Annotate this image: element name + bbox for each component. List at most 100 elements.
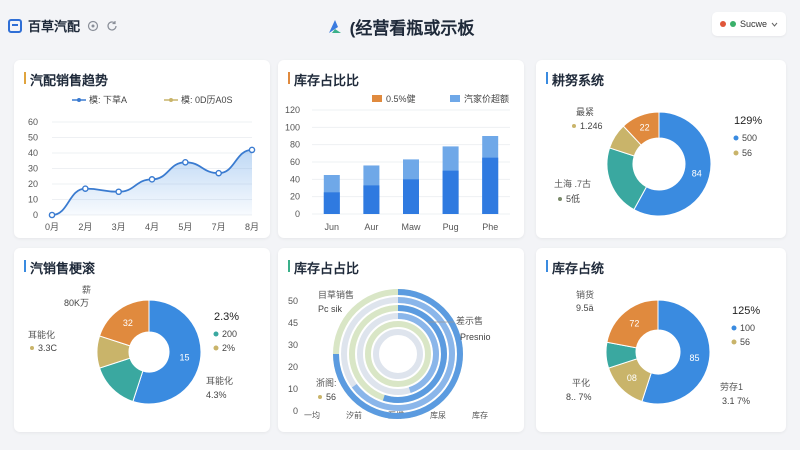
annotation-value: 500 <box>742 133 757 143</box>
bar <box>482 157 499 214</box>
legend-swatch <box>731 339 737 345</box>
data-point <box>248 146 256 154</box>
slice-label: 72 <box>629 318 639 328</box>
annotation-label: 129% <box>734 115 762 127</box>
inventory-radial-chart: 50453020100 一均 汐前 互撑 库尿 库存目草销售Pc sik差示售Presni… <box>288 289 491 420</box>
y-tick-label: 120 <box>285 105 300 115</box>
bar <box>363 185 380 214</box>
y-tick-label: 80 <box>290 140 300 150</box>
annotation-label: 浙阁: <box>316 377 337 388</box>
legend-swatch <box>213 331 219 337</box>
chevron-down-icon <box>771 22 778 27</box>
y-tick-label: 40 <box>290 174 300 184</box>
y-tick-label: 100 <box>285 122 300 132</box>
annotation-label: 2.3% <box>214 311 239 323</box>
legend-label: 汽家价超额 <box>464 93 509 104</box>
top-bar: 百草汽配 (经营看瓶或示板 Sucwe <box>0 0 800 52</box>
legend-swatch <box>731 325 737 331</box>
legend-swatch <box>450 95 460 102</box>
y-tick-label: 30 <box>288 340 298 350</box>
annotation-value: 4.3% <box>206 390 227 400</box>
legend-swatch <box>372 95 382 102</box>
x-tick-label: 库尿 <box>430 410 446 420</box>
slice-label: 85 <box>690 353 700 363</box>
y-tick-label: 50 <box>288 296 298 306</box>
y-tick-label: 60 <box>28 117 38 127</box>
y-tick-label: 0 <box>33 210 38 220</box>
legend-swatch <box>30 346 34 350</box>
bar <box>442 170 459 214</box>
x-tick-label: 8月 <box>245 222 259 232</box>
data-point <box>182 159 189 166</box>
legend-label: 0.5%健 <box>386 93 416 104</box>
annotation-label: 差示售 <box>456 315 483 326</box>
system-donut-card: 耕努系统 84 22 最紧 1.246 土海 .7古 5低 129% 500 56 <box>536 60 786 238</box>
annotation-value: Presnio <box>460 332 491 342</box>
annotation-label: 平化 <box>572 377 590 388</box>
x-tick-label: Phe <box>482 222 498 232</box>
page-title-wrap: (经营看瓶或示板 <box>0 14 800 39</box>
annotation-label: 耳能化 <box>206 375 233 386</box>
user-menu[interactable]: Sucwe <box>711 12 786 36</box>
data-point <box>148 176 156 183</box>
annotation-label: 土海 .7古 <box>554 178 591 189</box>
annotation-value: 200 <box>222 329 237 339</box>
slice-label: 08 <box>627 373 637 383</box>
x-tick-label: 库存 <box>472 410 488 420</box>
legend-swatch <box>169 98 173 102</box>
x-tick-label: 2月 <box>78 222 92 232</box>
x-tick-label: Pug <box>443 222 459 232</box>
ring-track <box>373 329 423 379</box>
user-name: Sucwe <box>739 19 767 29</box>
inventory-donut-chart: 85 08 72 销货 9.5ä 125% 100 56 平化 8.. 7% 劳存1 3.1 7% <box>566 289 760 406</box>
legend-label: 模: 0D历A0S <box>181 95 233 105</box>
annotation-label: 薪 <box>82 284 91 295</box>
annotation-label: 目草销售 <box>318 289 354 300</box>
sales-trend-card: 汽配销售趋势 60 50 40 30 20 10 0 0月 2月 3月 4月 5月 7月 8月 模: 下草A… <box>14 60 270 238</box>
annotation-value: 56 <box>326 392 336 402</box>
x-tick-label: 一均 <box>304 410 320 420</box>
annotation-label: 耳能化 <box>28 329 55 340</box>
x-tick-label: 汐前 <box>346 410 362 420</box>
annotation-label: 最紧 <box>576 107 594 117</box>
legend-swatch <box>558 197 562 201</box>
annotation-value: 2% <box>222 343 235 353</box>
y-tick-label: 45 <box>288 318 298 328</box>
y-tick-label: 10 <box>288 384 298 394</box>
annotation-value: 80K万 <box>64 298 89 308</box>
legend-swatch <box>318 395 322 399</box>
status-dot-icon <box>719 21 726 27</box>
y-tick-label: 10 <box>28 195 38 205</box>
data-point <box>215 169 222 177</box>
data-point <box>115 188 122 196</box>
x-tick-label: Jun <box>325 222 340 232</box>
dashboard-logo-icon <box>328 19 341 33</box>
annotation-value: 3.1 7% <box>722 396 750 406</box>
system-donut-chart: 84 22 最紧 1.246 土海 .7古 5低 129% 500 56 <box>554 107 762 217</box>
y-tick-label: 40 <box>28 148 38 158</box>
annotation-value: 56 <box>740 337 750 347</box>
annotation-label: 劳存1 <box>720 381 743 392</box>
inventory-donut-card: 库存占统 85 08 72 销货 9.5ä 125% 100 56 平化 8.. 7% 劳存1 3.1… <box>536 248 786 432</box>
legend-swatch <box>77 98 81 102</box>
y-tick-label: 20 <box>288 362 298 372</box>
annotation-value: 56 <box>742 148 752 158</box>
data-point <box>48 211 56 219</box>
slice-label: 32 <box>123 318 133 328</box>
legend-swatch <box>733 150 739 156</box>
status-dot-icon <box>729 21 736 27</box>
y-tick-label: 0 <box>295 209 300 219</box>
legend-swatch <box>733 135 739 141</box>
y-tick-label: 60 <box>290 157 300 167</box>
x-tick-label: Aur <box>364 222 378 232</box>
sales-donut-chart: 15 32 薪 80K万耳能化 3.3C 2.3% 200 2% 耳能化 4.3% <box>28 284 239 405</box>
data-point <box>82 185 89 192</box>
annotation-value: 9.5ä <box>576 303 594 313</box>
legend-label: 模: 下草A <box>89 94 127 105</box>
x-tick-label: 5月 <box>178 222 192 232</box>
y-tick-label: 20 <box>290 192 300 202</box>
annotation-value: 8.. 7% <box>566 392 592 402</box>
legend-swatch <box>213 345 219 351</box>
slice-label: 84 <box>692 169 702 179</box>
annotation-label: 销货 <box>576 289 594 300</box>
